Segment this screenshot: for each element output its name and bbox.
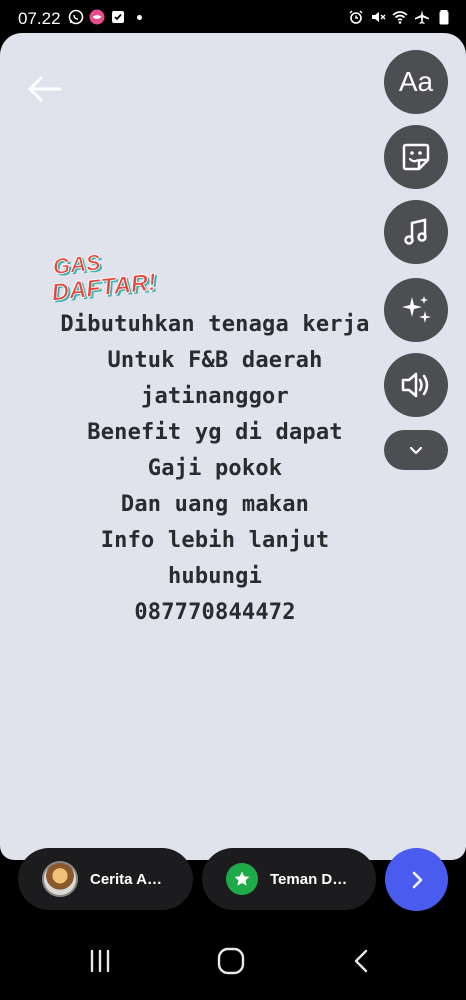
story-text-line: Dibutuhkan tenaga kerja bbox=[60, 312, 370, 337]
star-icon bbox=[226, 863, 258, 895]
story-text-line: 087770844472 bbox=[134, 600, 296, 625]
airplane-icon bbox=[415, 10, 429, 24]
text-tool-label: Aa bbox=[398, 66, 434, 97]
status-bar: 07.22 bbox=[0, 0, 466, 34]
story-text-line: Dan uang makan bbox=[120, 492, 310, 517]
sticker-icon bbox=[402, 143, 430, 171]
status-left-icons bbox=[68, 9, 142, 25]
recents-icon bbox=[90, 949, 110, 973]
chevron-right-icon bbox=[412, 871, 422, 888]
lips-app-icon bbox=[89, 9, 105, 25]
home-button[interactable] bbox=[211, 941, 251, 981]
your-story-label: Cerita A… bbox=[90, 870, 162, 888]
battery-icon bbox=[439, 10, 449, 25]
alarm-icon bbox=[349, 10, 363, 24]
gas-daftar-sticker[interactable]: GAS GAS DAFTAR! DAFTAR! bbox=[46, 243, 182, 303]
your-story-button[interactable]: Cerita A… bbox=[18, 848, 193, 910]
avatar bbox=[42, 861, 78, 897]
music-note-icon bbox=[404, 218, 427, 245]
close-friends-label: Teman D… bbox=[270, 870, 348, 888]
whatsapp-icon bbox=[68, 9, 84, 25]
music-tool-button[interactable] bbox=[384, 200, 448, 264]
story-text-line: Info lebih lanjut bbox=[100, 528, 330, 553]
close-friends-button[interactable]: Teman D… bbox=[202, 848, 376, 910]
story-text-line: hubungi bbox=[167, 564, 263, 589]
checkbox-app-icon bbox=[112, 11, 124, 23]
recents-button[interactable] bbox=[80, 941, 120, 981]
notification-dot bbox=[137, 14, 142, 20]
status-right-icons bbox=[348, 9, 452, 25]
story-text-line: Untuk F&B daerah bbox=[107, 348, 323, 373]
wifi-icon bbox=[392, 11, 408, 24]
story-text-line: jatinanggor bbox=[141, 384, 289, 409]
back-arrow-icon[interactable] bbox=[24, 73, 64, 105]
story-canvas[interactable]: Aa GAS GAS DAFTAR! DAFTAR! Dibutuhkan te… bbox=[0, 33, 466, 860]
mute-icon bbox=[372, 12, 386, 22]
nav-back-button[interactable] bbox=[342, 941, 382, 981]
home-icon bbox=[217, 947, 245, 975]
story-text-line: Gaji pokok bbox=[147, 456, 283, 481]
story-text[interactable]: Dibutuhkan tenaga kerja Untuk F&B daerah… bbox=[20, 307, 410, 631]
system-nav-bar bbox=[0, 925, 466, 1000]
sticker-tool-button[interactable] bbox=[384, 125, 448, 189]
status-time: 07.22 bbox=[18, 9, 61, 28]
send-button[interactable] bbox=[385, 848, 448, 911]
audience-bar: Cerita A… Teman D… bbox=[0, 848, 466, 920]
back-icon bbox=[354, 949, 368, 973]
text-tool-button[interactable]: Aa bbox=[384, 50, 448, 114]
story-text-line: Benefit yg di dapat bbox=[87, 420, 343, 445]
